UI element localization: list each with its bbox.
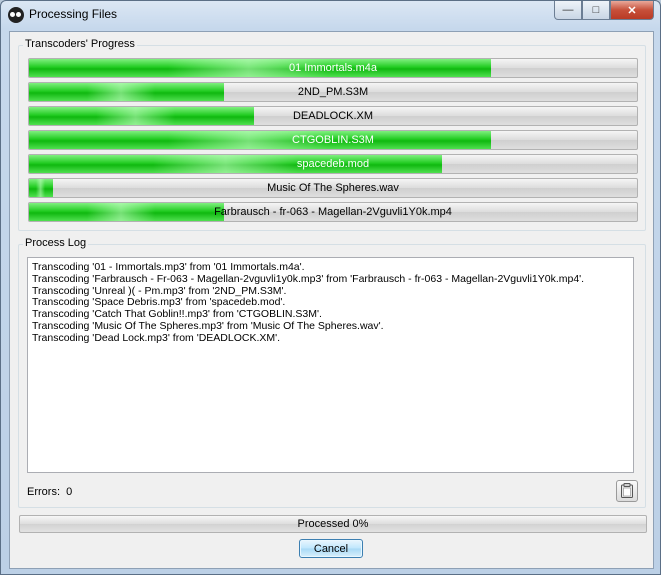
transcoder-progress-bar: 2ND_PM.S3M [28, 82, 638, 102]
process-log-textbox[interactable]: Transcoding '01 - Immortals.mp3' from '0… [27, 257, 634, 473]
progress-file-name: CTGOBLIN.S3M [292, 134, 374, 146]
progress-file-name: DEADLOCK.XM [292, 110, 374, 122]
transcoder-progress-bar: Farbrausch - fr-063 - Magellan-2Vguvli1Y… [28, 202, 638, 222]
log-line: Transcoding 'Music Of The Spheres.mp3' f… [32, 319, 384, 332]
cancel-button[interactable]: Cancel [299, 539, 363, 558]
clipboard-icon [621, 483, 633, 498]
errors-count: 0 [66, 486, 73, 498]
overall-progress-text: Processed 0% [297, 518, 369, 530]
progress-file-name: spacedeb.mod [296, 158, 370, 170]
app-icon [8, 7, 24, 23]
window-controls: — □ ✕ [554, 1, 654, 20]
minimize-button[interactable]: — [554, 1, 582, 20]
progress-file-name: Farbrausch - fr-063 - Magellan-2Vguvli1Y… [214, 206, 452, 218]
processing-files-window: Processing Files — □ ✕ Transcoders' Prog… [0, 0, 661, 575]
log-line: Transcoding 'Farbrausch - Fr-063 - Magel… [32, 272, 585, 285]
transcoder-progress-bar: CTGOBLIN.S3M [28, 130, 638, 150]
errors-status: Errors: 0 [27, 486, 72, 498]
transcoders-progress-label: Transcoders' Progress [23, 38, 137, 50]
transcoder-progress-bar: 01 Immortals.m4a [28, 58, 638, 78]
progress-file-name: Music Of The Spheres.wav [267, 182, 399, 194]
window-title: Processing Files [29, 7, 118, 21]
progress-file-name: 01 Immortals.m4a [288, 62, 378, 74]
process-log-label: Process Log [23, 237, 89, 249]
progress-file-name: 2ND_PM.S3M [297, 86, 369, 98]
close-button[interactable]: ✕ [610, 1, 654, 20]
title-bar[interactable]: Processing Files — □ ✕ [1, 1, 660, 29]
overall-progress-bar: Processed 0% [19, 515, 647, 533]
transcoder-progress-bar: spacedeb.mod [28, 154, 638, 174]
log-line: Transcoding 'Dead Lock.mp3' from 'DEADLO… [32, 331, 281, 344]
maximize-button[interactable]: □ [582, 1, 610, 20]
dialog-client-area: Transcoders' Progress 01 Immortals.m4a 2N… [9, 31, 654, 569]
transcoder-progress-bar: DEADLOCK.XM [28, 106, 638, 126]
errors-label: Errors: [27, 486, 60, 498]
copy-log-button[interactable] [616, 480, 638, 502]
transcoder-progress-bar: Music Of The Spheres.wav [28, 178, 638, 198]
